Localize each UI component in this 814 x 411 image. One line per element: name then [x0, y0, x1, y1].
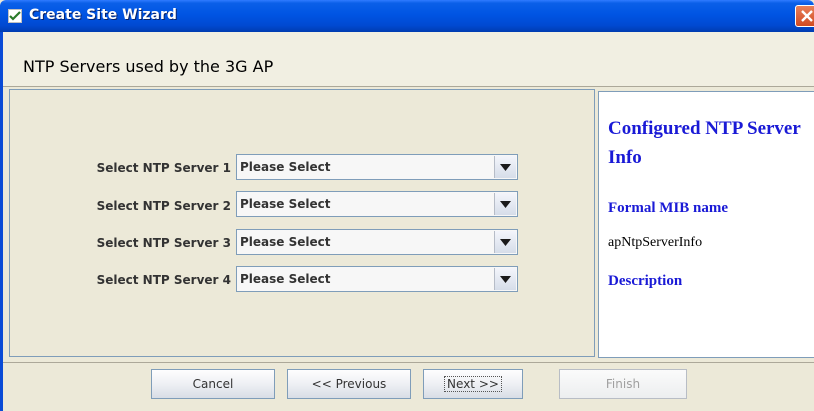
- ntp-server-1-select[interactable]: Please Select: [236, 154, 518, 180]
- mib-name-value: apNtpServerInfo: [608, 235, 703, 250]
- window-title: Create Site Wizard: [29, 7, 177, 23]
- next-button[interactable]: Next >>: [423, 369, 523, 399]
- checkmark-shield-icon: [8, 9, 22, 23]
- footer-divider: [3, 362, 814, 363]
- close-button[interactable]: [795, 5, 814, 27]
- finish-button[interactable]: Finish: [559, 369, 687, 399]
- ntp-server-4-label: Select NTP Server 4: [96, 273, 231, 287]
- ntp-server-3-label: Select NTP Server 3: [96, 236, 231, 250]
- ntp-server-4-value: Please Select: [240, 272, 331, 286]
- ntp-server-3-value: Please Select: [240, 235, 331, 249]
- ntp-server-1-value: Please Select: [240, 160, 331, 174]
- info-heading: Configured NTP Server Info: [608, 118, 801, 168]
- mib-name-label: Formal MIB name: [608, 200, 728, 216]
- chevron-down-icon[interactable]: [494, 231, 516, 253]
- cancel-label: Cancel: [192, 377, 234, 391]
- chevron-down-icon[interactable]: [494, 268, 516, 290]
- finish-label: Finish: [605, 377, 641, 391]
- ntp-server-2-select[interactable]: Please Select: [236, 191, 518, 217]
- description-label: Description: [608, 273, 683, 289]
- form-panel: [9, 89, 595, 357]
- previous-button[interactable]: << Previous: [287, 369, 411, 399]
- close-icon: [801, 10, 813, 22]
- page-title: NTP Servers used by the 3G AP: [23, 57, 274, 76]
- wizard-header: NTP Servers used by the 3G AP: [3, 32, 814, 87]
- title-bar[interactable]: Create Site Wizard: [0, 0, 814, 32]
- ntp-server-3-select[interactable]: Please Select: [236, 229, 518, 255]
- ntp-server-1-label: Select NTP Server 1: [96, 161, 231, 175]
- previous-label: << Previous: [311, 377, 387, 391]
- ntp-server-2-value: Please Select: [240, 197, 331, 211]
- chevron-down-icon[interactable]: [494, 156, 516, 178]
- ntp-server-4-select[interactable]: Please Select: [236, 266, 518, 292]
- cancel-button[interactable]: Cancel: [151, 369, 275, 399]
- info-panel: Configured NTP Server Info Formal MIB na…: [598, 91, 814, 358]
- chevron-down-icon[interactable]: [494, 193, 516, 215]
- next-label: Next >>: [444, 376, 502, 392]
- ntp-server-2-label: Select NTP Server 2: [96, 199, 231, 213]
